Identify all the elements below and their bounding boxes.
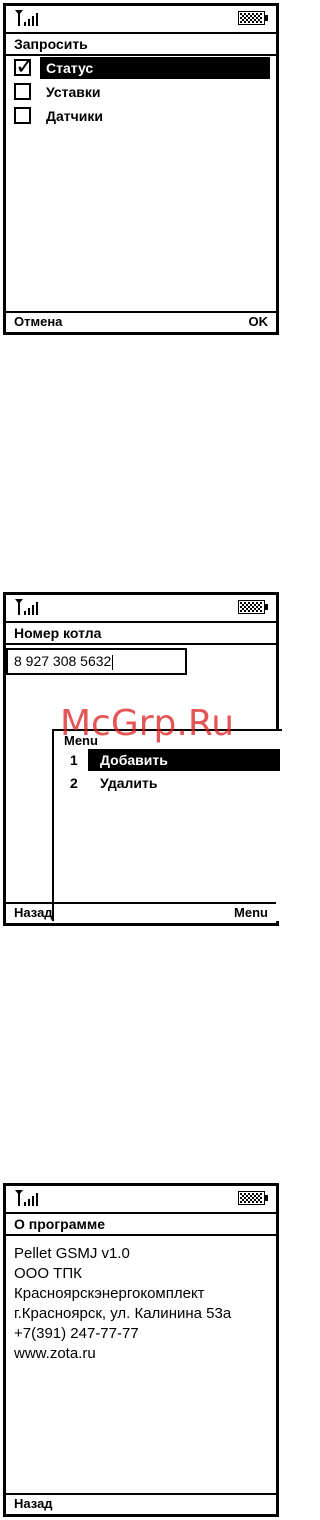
app-version: Pellet GSMJ v1.0 <box>14 1245 130 1262</box>
text-cursor <box>112 654 114 670</box>
softkey-bar: Назад <box>6 1493 276 1514</box>
boiler-number-screen: Номер котла 8 927 308 5632 Menu 1 Добави… <box>3 592 282 926</box>
option-label: Уставки <box>46 84 101 100</box>
menu-softkey[interactable]: Menu <box>234 904 268 922</box>
option-sensors[interactable]: Датчики <box>14 105 276 127</box>
option-label: Датчики <box>46 108 103 124</box>
request-screen: Запросить ✓ Статус Уставки Датчики Отмен… <box>3 3 279 335</box>
company-name: ООО ТПК <box>14 1265 82 1282</box>
menu-item-label: Удалить <box>100 775 158 791</box>
option-setpoints[interactable]: Уставки <box>14 81 276 103</box>
menu-item-number: 1 <box>70 752 78 768</box>
context-menu-popup: Menu 1 Добавить 2 Удалить <box>52 729 282 921</box>
cancel-softkey[interactable]: Отмена <box>14 313 62 331</box>
checkbox-checked[interactable]: ✓ <box>14 55 35 79</box>
about-screen: О программе Pellet GSMJ v1.0 ООО ТПК Кра… <box>3 1183 279 1517</box>
company-name-full: Красноярскэнергокомплект <box>14 1285 205 1302</box>
company-website: www.zota.ru <box>14 1345 96 1362</box>
screen-title: Номер котла <box>6 621 276 645</box>
menu-item-label: Добавить <box>88 749 280 771</box>
phone-number-input[interactable]: 8 927 308 5632 <box>6 648 187 675</box>
company-phone: +7(391) 247-77-77 <box>14 1325 139 1342</box>
menu-item-delete[interactable]: 2 Удалить <box>54 772 280 794</box>
screen-title: Запросить <box>6 32 276 56</box>
checkbox-unchecked[interactable] <box>14 107 31 124</box>
signal-antenna-icon <box>15 10 38 26</box>
battery-icon <box>238 1191 268 1205</box>
softkey-bar: Назад Menu <box>6 902 276 923</box>
menu-item-add[interactable]: 1 Добавить <box>54 749 280 771</box>
company-address: г.Красноярск, ул. Калинина 53а <box>14 1305 232 1322</box>
back-softkey[interactable]: Назад <box>14 1495 53 1513</box>
option-label: Статус <box>40 57 270 79</box>
signal-antenna-icon <box>15 599 38 615</box>
screen-title: О программе <box>6 1212 276 1236</box>
menu-item-number: 2 <box>70 775 78 791</box>
popup-title: Menu <box>64 733 98 748</box>
ok-softkey[interactable]: OK <box>249 313 269 331</box>
checkbox-unchecked[interactable] <box>14 83 31 100</box>
back-softkey[interactable]: Назад <box>14 904 53 922</box>
status-bar <box>6 6 276 32</box>
about-info: Pellet GSMJ v1.0 ООО ТПК Красноярскэнерг… <box>14 1244 231 1364</box>
phone-number-value: 8 927 308 5632 <box>14 653 112 669</box>
softkey-bar: Отмена OK <box>6 311 276 332</box>
status-bar <box>6 1186 276 1212</box>
battery-icon <box>238 11 268 25</box>
status-bar <box>6 595 276 621</box>
battery-icon <box>238 600 268 614</box>
checkmark-icon: ✓ <box>15 53 36 80</box>
signal-antenna-icon <box>15 1190 38 1206</box>
option-status[interactable]: ✓ Статус <box>14 55 276 79</box>
